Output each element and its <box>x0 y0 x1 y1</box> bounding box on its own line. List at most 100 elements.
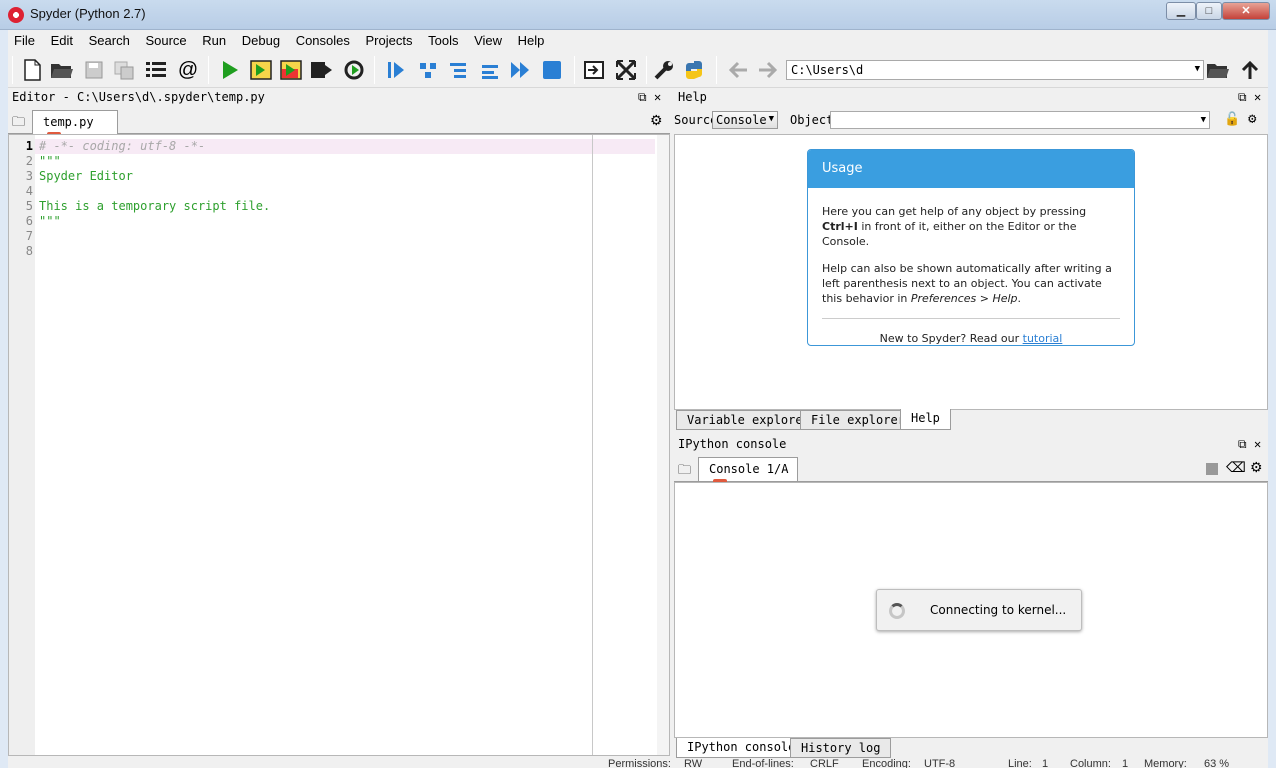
editor-tab-bar: 🗀 temp.py✕ ⚙ <box>8 108 670 146</box>
gear-icon[interactable]: ⚙ <box>1250 459 1263 476</box>
toolbar-separator <box>646 56 647 84</box>
step-icon[interactable] <box>416 58 440 82</box>
toolbar-separator <box>208 56 209 84</box>
menu-projects[interactable]: Projects <box>360 30 419 48</box>
connecting-popup: Connecting to kernel... <box>876 589 1082 631</box>
close-pane-icon[interactable]: ✕ <box>1254 437 1261 451</box>
vertical-scrollbar[interactable] <box>657 135 669 755</box>
menu-bar: File Edit Search Source Run Debug Consol… <box>8 30 1268 52</box>
edge-line <box>592 135 593 755</box>
working-directory-combo[interactable]: C:\Users\d ▼ <box>786 60 1204 80</box>
source-select[interactable]: Console ▼ <box>712 111 778 129</box>
line-number: 3 <box>25 169 33 183</box>
console-output[interactable]: Connecting to kernel... <box>674 482 1268 738</box>
eraser-icon[interactable]: ⌫ <box>1226 459 1246 476</box>
parent-directory-icon[interactable] <box>1238 58 1262 82</box>
stop-kernel-icon[interactable] <box>1206 463 1218 475</box>
gear-icon[interactable]: ⚙ <box>650 112 663 129</box>
undock-icon[interactable]: ⧉ <box>1238 437 1247 452</box>
undock-icon[interactable]: ⧉ <box>1238 90 1247 105</box>
run-selection-icon[interactable] <box>310 58 334 82</box>
run-cell-advance-icon[interactable] <box>280 58 304 82</box>
line-number: 2 <box>25 154 33 168</box>
forward-arrow-icon[interactable] <box>756 58 780 82</box>
tab-ipython-console[interactable]: IPython console <box>676 738 807 758</box>
close-window-button[interactable]: ✕ <box>1222 2 1270 20</box>
menu-edit[interactable]: Edit <box>45 30 79 48</box>
tab-file-explorer[interactable]: File explorer <box>800 410 916 430</box>
fullscreen-icon[interactable] <box>614 58 638 82</box>
console-tab-bar: 🗀 Console 1/A✕ ⌫ ⚙ <box>674 456 1268 493</box>
browse-tabs-icon[interactable]: 🗀 <box>12 113 25 135</box>
wrench-preferences-icon[interactable] <box>652 58 676 82</box>
tab-history-log[interactable]: History log <box>790 738 892 758</box>
python-path-icon[interactable] <box>682 58 706 82</box>
tab-temp-py[interactable]: temp.py✕ <box>32 110 118 146</box>
menu-help[interactable]: Help <box>512 30 551 48</box>
source-select-value: Console <box>716 113 767 127</box>
run-cell-icon[interactable] <box>250 58 274 82</box>
usage-card: Usage Here you can get help of any objec… <box>807 149 1135 346</box>
rerun-icon[interactable] <box>342 58 366 82</box>
console-pane-title: IPython console ⧉ ✕ <box>674 435 1268 455</box>
stop-debug-icon[interactable] <box>540 58 564 82</box>
continue-icon[interactable] <box>508 58 532 82</box>
line-number: 5 <box>25 199 33 213</box>
maximize-pane-icon[interactable] <box>582 58 606 82</box>
undock-icon[interactable]: ⧉ <box>638 90 647 105</box>
menu-source[interactable]: Source <box>139 30 192 48</box>
code-line: This is a temporary script file. <box>39 199 271 213</box>
line-number: 6 <box>25 214 33 228</box>
permissions-label: Permissions: <box>608 758 671 768</box>
encoding-label: Encoding: <box>862 758 911 768</box>
step-return-icon[interactable] <box>478 58 502 82</box>
tab-console-1a[interactable]: Console 1/A✕ <box>698 457 798 493</box>
connecting-text: Connecting to kernel... <box>930 603 1067 617</box>
at-sign-icon[interactable]: @ <box>176 58 200 82</box>
save-all-icon[interactable] <box>112 58 136 82</box>
loading-spinner-icon <box>889 603 905 619</box>
usage-card-title: Usage <box>808 150 1134 188</box>
menu-file[interactable]: File <box>8 30 41 48</box>
new-file-icon[interactable] <box>20 58 44 82</box>
gear-icon[interactable]: ⚙ <box>1248 111 1256 127</box>
close-pane-icon[interactable]: ✕ <box>1254 90 1261 104</box>
help-toolbar: Source Console ▼ Object ▼ 🔓 ⚙ <box>672 108 1268 134</box>
object-combo[interactable]: ▼ <box>830 111 1210 129</box>
tab-label: Console 1/A <box>709 462 789 476</box>
console-title-text: IPython console <box>678 437 787 451</box>
toolbar-separator <box>574 56 575 84</box>
browse-tabs-icon[interactable]: 🗀 <box>678 461 691 483</box>
outline-icon[interactable] <box>144 58 168 82</box>
line-number: 7 <box>25 229 33 243</box>
close-pane-icon[interactable]: ✕ <box>654 90 661 104</box>
line-value: 1 <box>1042 758 1049 768</box>
open-file-icon[interactable] <box>50 58 74 82</box>
menu-search[interactable]: Search <box>83 30 136 48</box>
menu-debug[interactable]: Debug <box>236 30 286 48</box>
window-title: Spyder (Python 2.7) <box>30 6 146 21</box>
code-editor[interactable]: 1 2 3 4 5 6 7 8 # -*- coding: utf-8 -*- … <box>8 134 670 756</box>
chevron-down-icon[interactable]: ▼ <box>1201 115 1206 125</box>
source-label: Source <box>674 113 718 127</box>
menu-tools[interactable]: Tools <box>422 30 464 48</box>
toolbar-separator <box>374 56 375 84</box>
minimize-button[interactable]: ▁ <box>1166 2 1196 20</box>
lock-icon[interactable]: 🔓 <box>1224 112 1240 127</box>
permissions-value: RW <box>684 758 703 768</box>
spyder-logo-icon <box>8 7 24 23</box>
maximize-button[interactable]: □ <box>1196 2 1222 20</box>
menu-consoles[interactable]: Consoles <box>290 30 356 48</box>
menu-view[interactable]: View <box>468 30 508 48</box>
tutorial-link[interactable]: tutorial <box>1023 332 1063 345</box>
chevron-down-icon[interactable]: ▼ <box>1195 64 1200 74</box>
run-icon[interactable] <box>218 58 242 82</box>
back-arrow-icon[interactable] <box>726 58 750 82</box>
step-into-icon[interactable] <box>446 58 470 82</box>
tab-help[interactable]: Help <box>900 409 951 430</box>
browse-folder-icon[interactable] <box>1206 58 1230 82</box>
usage-paragraph-2: Help can also be shown automatically aft… <box>822 262 1112 305</box>
debug-icon[interactable] <box>384 58 408 82</box>
save-file-icon[interactable] <box>82 58 106 82</box>
menu-run[interactable]: Run <box>196 30 232 48</box>
